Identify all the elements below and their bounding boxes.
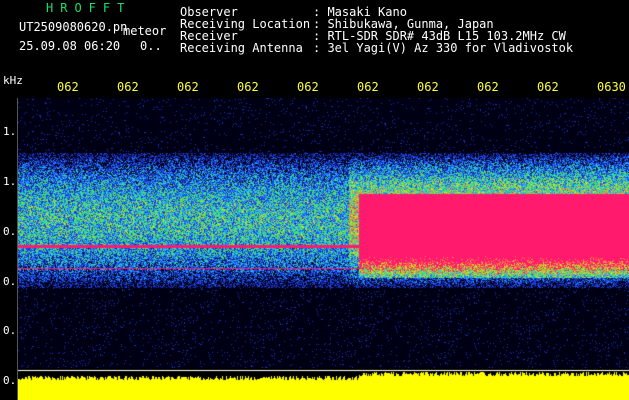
info-label-antenna: Receiving Antenna <box>180 41 303 55</box>
time-tick: 062 <box>297 80 319 94</box>
time-tick: 062 <box>117 80 139 94</box>
spectrogram-display <box>18 98 629 368</box>
counter-label: 0.. <box>140 39 162 53</box>
hrofft-logo: HROFFT <box>46 1 132 15</box>
time-tick: 062 <box>417 80 439 94</box>
info-value-antenna: : 3el Yagi(V) Az 330 for Vladivostok <box>313 41 574 55</box>
time-tick: 062 <box>237 80 259 94</box>
time-tick: 062 <box>57 80 79 94</box>
meteor-label: meteor <box>123 24 167 38</box>
time-tick: 062 <box>357 80 379 94</box>
time-tick: 062 <box>537 80 559 94</box>
hrofft-window: HROFFT UT2509080620.pn meteor 25.09.08 0… <box>0 0 629 400</box>
datetime-label: 25.09.08 06:20 <box>19 39 121 53</box>
filename-label: UT2509080620.pn <box>19 20 128 34</box>
signal-level-bar <box>18 368 629 400</box>
time-tick: 062 <box>177 80 199 94</box>
time-tick: 062 <box>477 80 499 94</box>
freq-axis-unit: kHz <box>3 74 23 87</box>
time-tick: 0630 <box>597 80 626 94</box>
